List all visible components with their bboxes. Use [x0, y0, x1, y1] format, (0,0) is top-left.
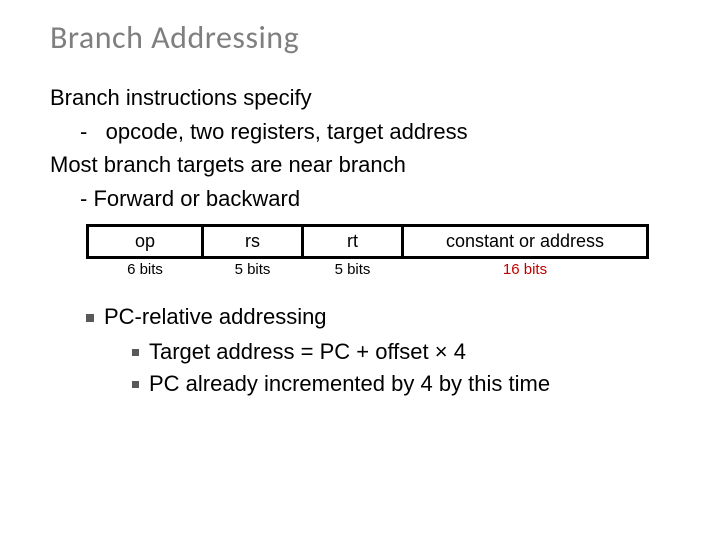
slide-title: Branch Addressing	[50, 18, 680, 57]
square-bullet-icon	[86, 314, 94, 322]
line-most-targets: Most branch targets are near branch	[50, 150, 680, 180]
square-bullet-icon	[132, 349, 139, 356]
line-opcode-detail: - opcode, two registers, target address	[50, 117, 680, 147]
pc-sub-line-1: Target address = PC + offset × 4	[132, 336, 680, 368]
bits-op: 6 bits	[88, 257, 203, 282]
pc-sub-line-2: PC already incremented by 4 by this time	[132, 368, 680, 400]
field-rs: rs	[203, 225, 303, 257]
line-forward-backward: - Forward or backward	[50, 184, 680, 214]
table-row: 6 bits 5 bits 5 bits 16 bits	[88, 257, 648, 282]
pc-sub2-text: PC already incremented by 4 by this time	[149, 371, 550, 396]
square-bullet-icon	[132, 381, 139, 388]
body-text-block: Branch instructions specify - opcode, tw…	[50, 83, 680, 214]
bits-rs: 5 bits	[203, 257, 303, 282]
field-rt: rt	[303, 225, 403, 257]
slide: Branch Addressing Branch instructions sp…	[0, 0, 720, 420]
pc-main-line: PC-relative addressing	[86, 304, 680, 330]
pc-main-text: PC-relative addressing	[104, 304, 327, 329]
bits-const: 16 bits	[403, 257, 648, 282]
field-op: op	[88, 225, 203, 257]
line-branch-specify: Branch instructions specify	[50, 83, 680, 113]
field-const: constant or address	[403, 225, 648, 257]
bits-rt: 5 bits	[303, 257, 403, 282]
pc-relative-block: PC-relative addressing Target address = …	[86, 304, 680, 400]
table-row: op rs rt constant or address	[88, 225, 648, 257]
pc-sub1-text: Target address = PC + offset × 4	[149, 339, 466, 364]
instruction-format-table: op rs rt constant or address 6 bits 5 bi…	[86, 224, 649, 282]
